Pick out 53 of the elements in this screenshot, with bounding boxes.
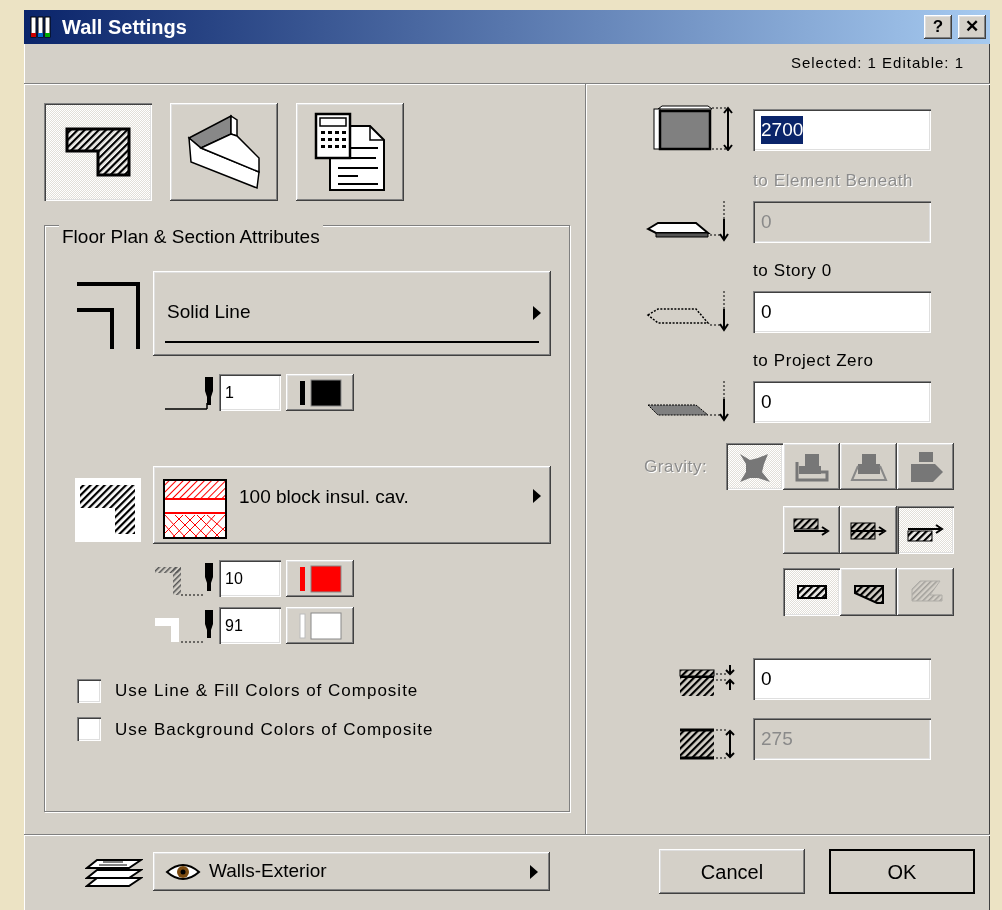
pen-color-button[interactable]: [286, 607, 354, 644]
wall-shape-button[interactable]: [783, 568, 840, 616]
selection-info: Selected: 1 Editable: 1: [790, 53, 964, 74]
checkbox[interactable]: [77, 678, 101, 703]
pen-color-swatch: [298, 611, 342, 640]
fill-pattern-icon: [163, 479, 227, 539]
hatched-corner-icon: [75, 478, 141, 542]
cancel-button[interactable]: Cancel: [659, 849, 805, 894]
thickness-icon: [678, 728, 738, 760]
pen-number-field[interactable]: 91: [219, 607, 281, 644]
reference-line-button[interactable]: [897, 506, 954, 554]
layer-popup[interactable]: Walls-Exterior: [153, 852, 550, 891]
pen-color-button[interactable]: [286, 374, 354, 411]
line-type-popup[interactable]: Solid Line: [153, 271, 551, 356]
caret-icon: [533, 305, 541, 320]
fill-type-popup[interactable]: 100 block insul. cav.: [153, 466, 551, 544]
input-field: 0: [753, 201, 931, 243]
pen-color-swatch: [298, 564, 342, 593]
checkbox-label: Use Line & Fill Colors of Composite: [115, 680, 419, 702]
input-field[interactable]: 0: [753, 658, 931, 700]
input-field[interactable]: 0: [753, 291, 931, 333]
window-title: Wall Settings: [62, 15, 188, 40]
line-corner-icon: [75, 281, 141, 351]
calculator-document-icon: [314, 112, 386, 192]
background-pen-icon: [153, 607, 215, 644]
field-label: to Element Beneath: [753, 170, 915, 192]
field-label: to Project Zero: [753, 350, 875, 372]
pen-color-button[interactable]: [286, 560, 354, 597]
pen-number-field[interactable]: 1: [219, 374, 281, 411]
reference-line-button[interactable]: [783, 506, 840, 554]
caret-icon: [533, 489, 541, 503]
reference-line-button[interactable]: [840, 506, 897, 554]
model-tab[interactable]: [170, 103, 278, 201]
input-field[interactable]: 2700: [753, 109, 931, 151]
close-button[interactable]: ✕: [958, 15, 986, 39]
wall-3d-icon: [187, 114, 261, 190]
listing-tab[interactable]: [296, 103, 404, 201]
wall-shape-button[interactable]: [840, 568, 897, 616]
input-field[interactable]: 0: [753, 381, 931, 423]
checkbox-label: Use Background Colors of Composite: [115, 718, 434, 741]
help-button[interactable]: ?: [924, 15, 952, 39]
input-field: 275: [753, 718, 931, 760]
pen-number-field[interactable]: 10: [219, 560, 281, 597]
gravity-label: Gravity:: [644, 455, 709, 478]
caret-icon: [530, 864, 538, 879]
fill-pen-icon: [153, 560, 215, 597]
pen-icon: [163, 374, 215, 411]
field-label: to Story 0: [753, 260, 833, 282]
ok-button[interactable]: OK: [829, 849, 975, 894]
pen-color-swatch: [298, 378, 342, 407]
hatched-corner-icon: [65, 127, 131, 177]
floor-plan-tab[interactable]: [44, 103, 152, 201]
checkbox[interactable]: [77, 717, 101, 742]
